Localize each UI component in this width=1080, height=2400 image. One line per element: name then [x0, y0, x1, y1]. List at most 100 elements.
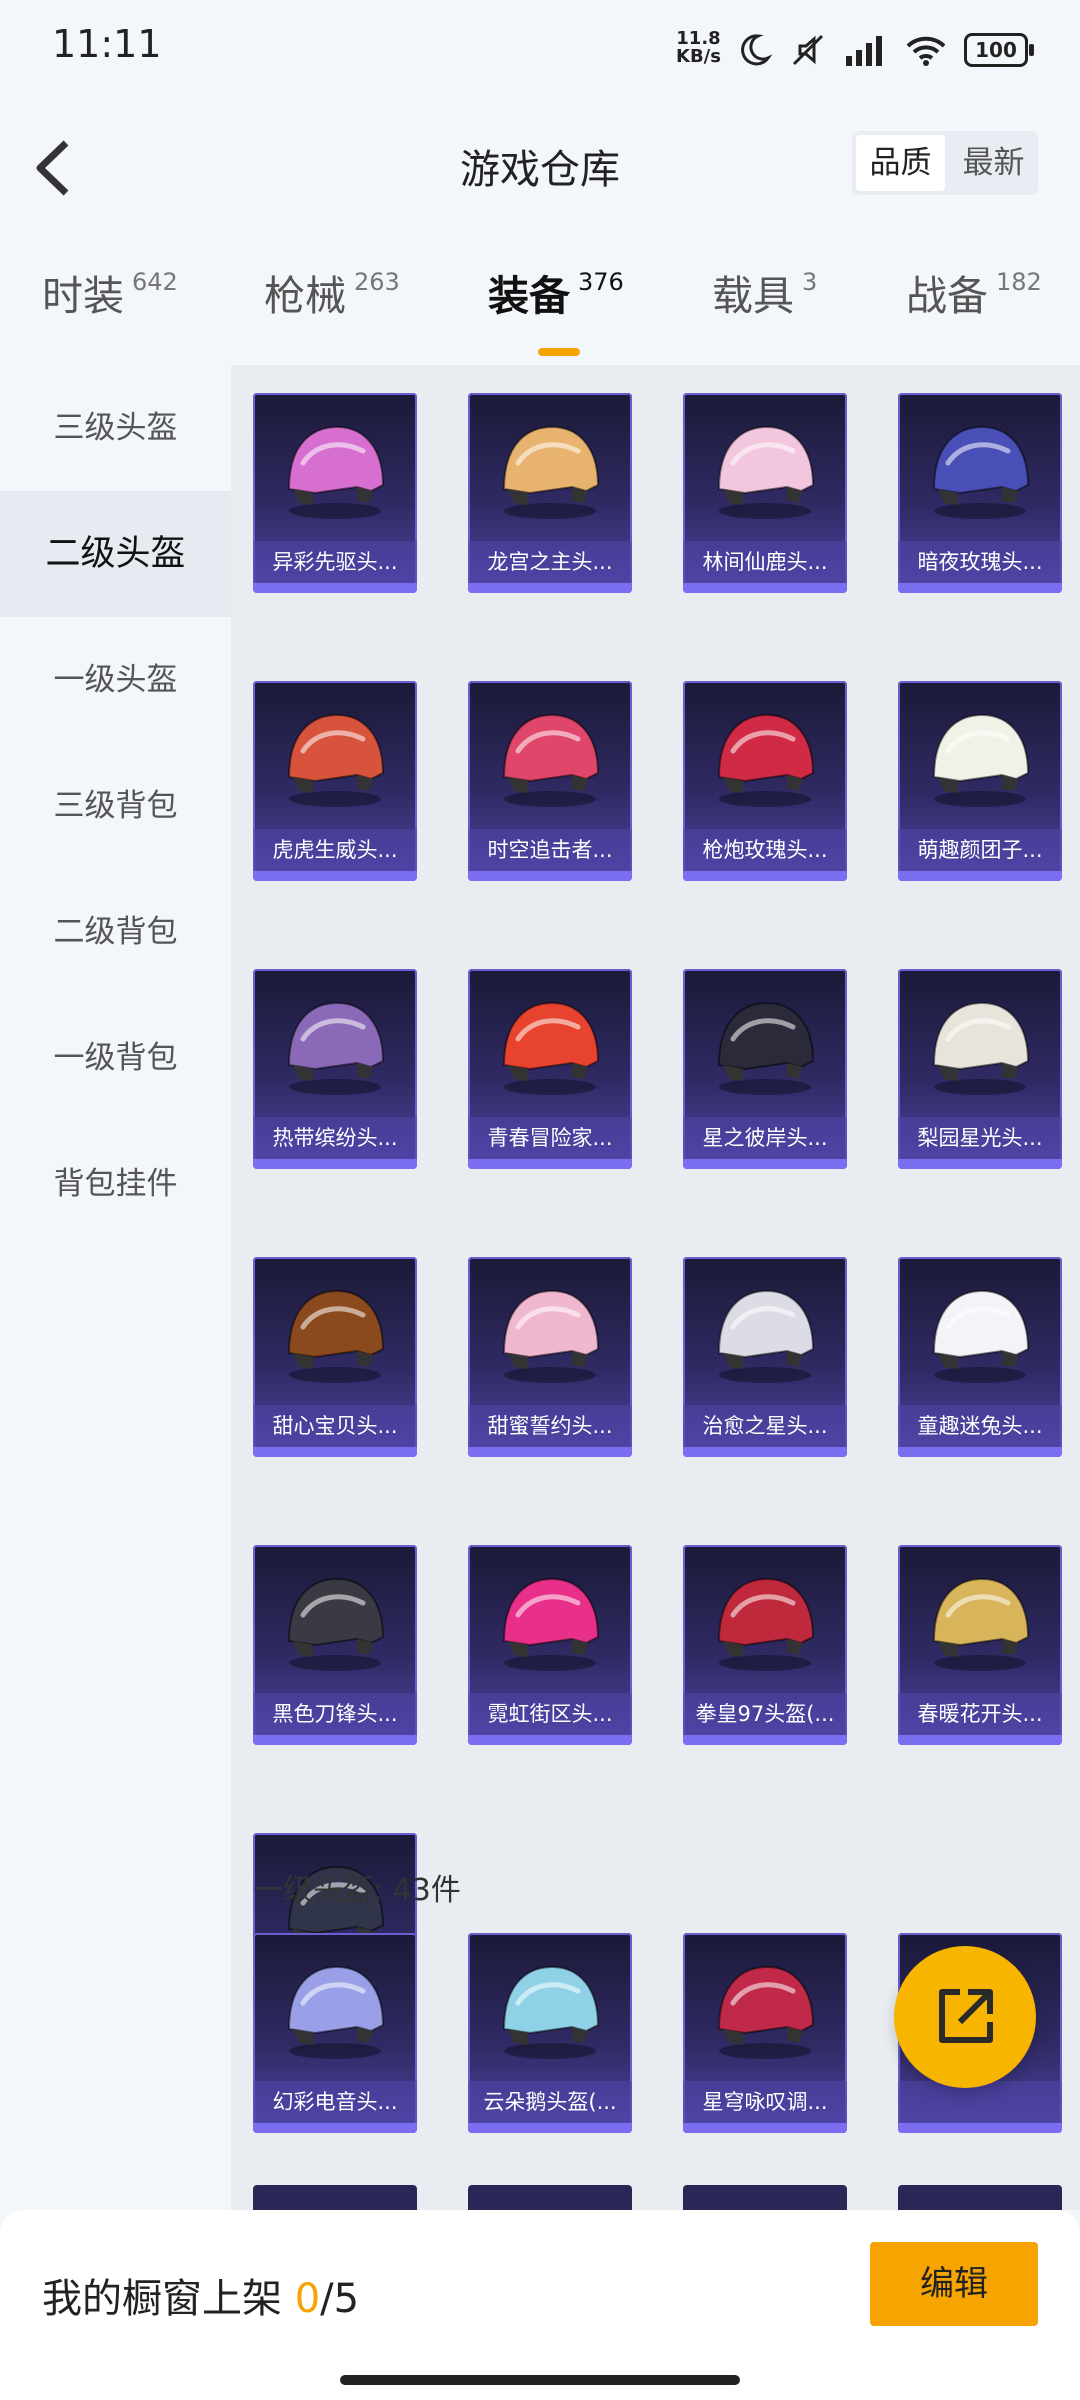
- share-button[interactable]: [894, 1946, 1036, 2088]
- helmet-thumbnail: [898, 969, 1062, 1119]
- status-bar: 11:11 11.8 KB/s 100: [0, 0, 1080, 95]
- section-title-level1: 一级头盔: 43件: [253, 1873, 461, 1908]
- item-card[interactable]: 拳皇97头盔(...: [683, 1545, 847, 1745]
- item-card[interactable]: 霓虹街区头...: [468, 1545, 632, 1745]
- active-tab-indicator: [538, 348, 580, 356]
- rarity-strip: [253, 583, 417, 593]
- item-card[interactable]: 青春冒险家...: [468, 969, 632, 1169]
- sort-toggle: 品质 最新: [852, 131, 1038, 195]
- sort-latest-button[interactable]: 最新: [949, 131, 1038, 195]
- tab-label: 枪械: [264, 272, 346, 320]
- rarity-strip: [898, 1447, 1062, 1457]
- sidebar-item-level2-backpack[interactable]: 二级背包: [0, 869, 231, 995]
- item-card[interactable]: 甜蜜誓约头...: [468, 1257, 632, 1457]
- item-name: 黑色刀锋头...: [253, 1693, 417, 1735]
- helmet-thumbnail: [683, 393, 847, 543]
- sidebar-item-level1-backpack[interactable]: 一级背包: [0, 995, 231, 1121]
- item-card[interactable]: 梨园星光头...: [898, 969, 1062, 1169]
- helmet-thumbnail: [253, 1545, 417, 1695]
- item-name: 星穹咏叹调...: [683, 2081, 847, 2123]
- item-card[interactable]: 春暖花开头...: [898, 1545, 1062, 1745]
- rarity-strip: [253, 1447, 417, 1457]
- rarity-strip: [683, 1159, 847, 1169]
- network-speed: 11.8 KB/s: [676, 30, 721, 66]
- tab-count: 263: [354, 268, 400, 296]
- helmet-thumbnail: [683, 681, 847, 831]
- showcase-status: 我的橱窗上架 0/5: [42, 2266, 359, 2324]
- item-card[interactable]: 黑色刀锋头...: [253, 1545, 417, 1745]
- item-name: 时空追击者...: [468, 829, 632, 871]
- level2-helmet-grid: 异彩先驱头... 龙宫之主头... 林间仙鹿头... 暗夜玫瑰头... 虎虎生威头...…: [253, 393, 1062, 2033]
- sidebar-item-level3-helmet[interactable]: 三级头盔: [0, 365, 231, 491]
- tab-fashion[interactable]: 时装 642: [42, 262, 178, 322]
- item-card[interactable]: 虎虎生威头...: [253, 681, 417, 881]
- sort-quality-button[interactable]: 品质: [856, 135, 945, 191]
- item-card[interactable]: 热带缤纷头...: [253, 969, 417, 1169]
- item-card[interactable]: 暗夜玫瑰头...: [898, 393, 1062, 593]
- sidebar-item-level1-helmet[interactable]: 一级头盔: [0, 617, 231, 743]
- item-card[interactable]: 云朵鹅头盔(...: [468, 1933, 632, 2133]
- tab-count: 642: [132, 268, 178, 296]
- item-name: 甜蜜誓约头...: [468, 1405, 632, 1447]
- tab-label: 装备: [488, 272, 570, 320]
- item-name: [898, 2081, 1062, 2123]
- item-card[interactable]: 龙宫之主头...: [468, 393, 632, 593]
- rarity-strip: [468, 1159, 632, 1169]
- item-name: 热带缤纷头...: [253, 1117, 417, 1159]
- rarity-strip: [468, 871, 632, 881]
- category-tabs: 时装 642 枪械 263 装备 376 载具 3 战备 182: [0, 240, 1080, 356]
- item-card[interactable]: 治愈之星头...: [683, 1257, 847, 1457]
- item-card[interactable]: 星之彼岸头...: [683, 969, 847, 1169]
- item-name: 云朵鹅头盔(...: [468, 2081, 632, 2123]
- item-card[interactable]: 幻彩电音头...: [253, 1933, 417, 2133]
- item-card[interactable]: 枪炮玫瑰头...: [683, 681, 847, 881]
- rarity-strip: [898, 1159, 1062, 1169]
- status-time: 11:11: [52, 22, 162, 66]
- tab-combat-gear[interactable]: 战备 182: [906, 262, 1042, 322]
- rarity-strip: [683, 1735, 847, 1745]
- item-card[interactable]: 萌趣颜团子...: [898, 681, 1062, 881]
- item-name: 暗夜玫瑰头...: [898, 541, 1062, 583]
- tab-equipment[interactable]: 装备 376: [488, 262, 624, 356]
- helmet-thumbnail: [898, 393, 1062, 543]
- rarity-strip: [683, 871, 847, 881]
- edit-button[interactable]: 编辑: [870, 2242, 1038, 2326]
- item-name: 拳皇97头盔(...: [683, 1693, 847, 1735]
- rarity-strip: [898, 583, 1062, 593]
- subcategory-sidebar: 三级头盔 二级头盔 一级头盔 三级背包 二级背包 一级背包 背包挂件: [0, 365, 231, 2210]
- item-card[interactable]: 童趣迷兔头...: [898, 1257, 1062, 1457]
- item-name: 龙宫之主头...: [468, 541, 632, 583]
- item-card[interactable]: 异彩先驱头...: [253, 393, 417, 593]
- showcase-count: 0: [294, 2276, 321, 2322]
- sidebar-item-level3-backpack[interactable]: 三级背包: [0, 743, 231, 869]
- sidebar-item-backpack-charm[interactable]: 背包挂件: [0, 1121, 231, 1247]
- tab-label: 时装: [42, 272, 124, 320]
- item-card[interactable]: 甜心宝贝头...: [253, 1257, 417, 1457]
- tab-guns[interactable]: 枪械 263: [264, 262, 400, 322]
- card-peek: [253, 2185, 417, 2210]
- item-content: 异彩先驱头... 龙宫之主头... 林间仙鹿头... 暗夜玫瑰头... 虎虎生威头...…: [231, 365, 1080, 2210]
- item-card[interactable]: 时空追击者...: [468, 681, 632, 881]
- item-card[interactable]: 林间仙鹿头...: [683, 393, 847, 593]
- sidebar-item-level2-helmet[interactable]: 二级头盔: [0, 491, 231, 617]
- tab-count: 3: [802, 268, 818, 296]
- wifi-icon: [906, 36, 946, 66]
- rarity-strip: [253, 1159, 417, 1169]
- rarity-strip: [253, 871, 417, 881]
- showcase-label: 我的橱窗上架: [42, 2276, 282, 2322]
- helmet-thumbnail: [683, 1933, 847, 2083]
- helmet-thumbnail: [683, 1257, 847, 1407]
- rarity-strip: [468, 2123, 632, 2133]
- home-indicator[interactable]: [340, 2375, 740, 2385]
- helmet-thumbnail: [468, 1545, 632, 1695]
- item-card[interactable]: 星穹咏叹调...: [683, 1933, 847, 2133]
- moon-icon: [741, 34, 772, 66]
- rarity-strip: [253, 1735, 417, 1745]
- card-peek: [898, 2185, 1062, 2210]
- helmet-thumbnail: [468, 1933, 632, 2083]
- helmet-thumbnail: [468, 681, 632, 831]
- item-name: 幻彩电音头...: [253, 2081, 417, 2123]
- tab-vehicles[interactable]: 载具 3: [712, 262, 817, 322]
- item-name: 萌趣颜团子...: [898, 829, 1062, 871]
- helmet-thumbnail: [468, 393, 632, 543]
